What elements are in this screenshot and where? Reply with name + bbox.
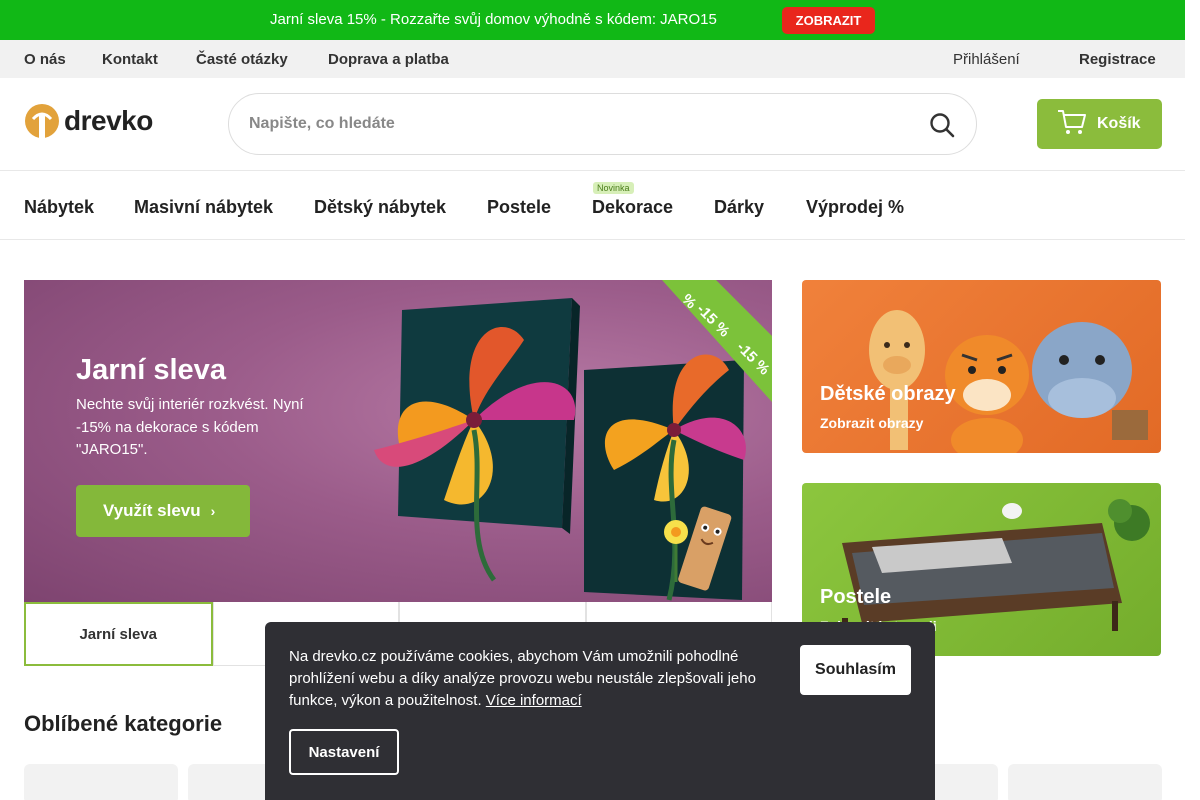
link-faq[interactable]: Časté otázky: [196, 51, 288, 68]
cart-button[interactable]: Košík: [1037, 99, 1162, 149]
new-badge: Novinka: [593, 182, 634, 194]
promo-text: Jarní sleva 15% - Rozzařte svůj domov vý…: [270, 11, 717, 28]
beds-title: Postele: [820, 586, 892, 608]
register-link[interactable]: Registrace: [1079, 51, 1156, 68]
cart-icon: [1057, 108, 1087, 141]
hero-text: Nechte svůj interiér rozkvést. Nyní -15%…: [76, 396, 304, 458]
nav-item-solid-furniture[interactable]: Masivní nábytek: [134, 197, 273, 218]
nav-item-gifts[interactable]: Dárky: [714, 197, 764, 218]
category-card[interactable]: [1008, 764, 1162, 800]
search-icon[interactable]: [929, 112, 955, 143]
login-link[interactable]: Přihlášení: [953, 51, 1020, 68]
hero-banner[interactable]: % -15 % -15 % Jarní sleva Nechte svůj in…: [24, 280, 772, 602]
nav-item-furniture[interactable]: Nábytek: [24, 197, 94, 218]
nav-item-decor[interactable]: Dekorace: [592, 197, 673, 218]
use-discount-button[interactable]: Využít slevu ›: [76, 485, 250, 537]
promo-bar: Jarní sleva 15% - Rozzařte svůj domov vý…: [0, 0, 1185, 40]
kids-pictures-link[interactable]: Zobrazit obrazy: [820, 415, 923, 431]
nav-item-kids-furniture[interactable]: Dětský nábytek: [314, 197, 446, 218]
top-links-bar: O nás Kontakt Časté otázky Doprava a pla…: [0, 40, 1185, 78]
nav-item-sale[interactable]: Výprodej %: [806, 197, 904, 218]
cookie-text-block: Na drevko.cz používáme cookies, abychom …: [289, 646, 784, 712]
use-discount-label: Využít slevu: [103, 501, 201, 520]
logo-icon: [25, 104, 59, 139]
accept-cookies-button[interactable]: Souhlasím: [800, 645, 911, 695]
link-about[interactable]: O nás: [24, 51, 66, 68]
nav-item-beds[interactable]: Postele: [487, 197, 551, 218]
search-input[interactable]: [249, 113, 889, 135]
promo-show-button[interactable]: ZOBRAZIT: [782, 7, 875, 34]
link-shipping[interactable]: Doprava a platba: [328, 51, 449, 68]
link-contact[interactable]: Kontakt: [102, 51, 158, 68]
search-box[interactable]: [228, 93, 977, 155]
tab-spring-sale[interactable]: Jarní sleva: [24, 602, 213, 666]
favorite-categories-title: Oblíbené kategorie: [24, 711, 223, 736]
category-card[interactable]: [24, 764, 178, 800]
cart-label: Košík: [1097, 115, 1141, 132]
chevron-right-icon: ›: [210, 503, 216, 519]
hero-title: Jarní sleva: [76, 354, 226, 386]
cookie-settings-button[interactable]: Nastavení: [289, 729, 399, 775]
more-info-link[interactable]: Více informací: [486, 692, 582, 709]
kids-pictures-title: Dětské obrazy: [820, 383, 956, 405]
kids-pictures-banner[interactable]: Dětské obrazy Zobrazit obrazy: [802, 280, 1161, 453]
category-nav: Nábytek Masivní nábytek Dětský nábytek P…: [0, 170, 1185, 240]
logo[interactable]: drevko: [24, 103, 153, 139]
logo-text: drevko: [64, 105, 153, 136]
cookie-banner: Na drevko.cz používáme cookies, abychom …: [265, 622, 935, 800]
